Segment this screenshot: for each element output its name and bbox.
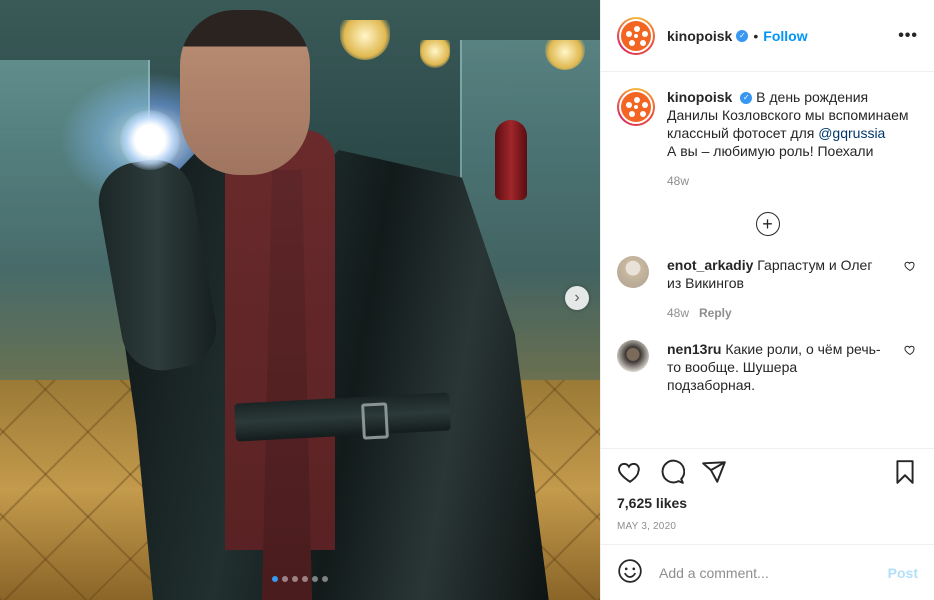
comment-item: nen13ru Какие роли, о чём речь-то вообще… bbox=[617, 340, 918, 394]
share-icon[interactable] bbox=[701, 459, 727, 485]
post-date[interactable]: MAY 3, 2020 bbox=[617, 521, 918, 532]
load-more-icon[interactable]: + bbox=[755, 212, 780, 236]
flashlight-glare bbox=[120, 110, 180, 170]
chandelier bbox=[420, 40, 450, 68]
post-photo[interactable]: › bbox=[0, 0, 600, 600]
comment-body: enot_arkadiy Гарпастум и Олег из Викинго… bbox=[667, 256, 887, 322]
account-username[interactable]: kinopoisk bbox=[667, 28, 732, 44]
follow-button[interactable]: Follow bbox=[763, 28, 807, 44]
verified-icon: ✓ bbox=[740, 92, 753, 105]
comment-meta: 48w Reply bbox=[667, 304, 887, 322]
heart-icon[interactable] bbox=[617, 459, 643, 485]
caption-avatar[interactable] bbox=[617, 88, 655, 126]
likes-count[interactable]: 7,625 likes bbox=[617, 495, 918, 511]
comment-item: enot_arkadiy Гарпастум и Олег из Викинго… bbox=[617, 256, 918, 322]
bookmark-icon[interactable] bbox=[892, 459, 918, 485]
caption-text-line2: А вы – любимую роль! Поехали bbox=[667, 143, 874, 159]
commenter-avatar[interactable] bbox=[617, 256, 649, 288]
reply-button[interactable]: Reply bbox=[699, 306, 732, 320]
carousel-dot[interactable] bbox=[302, 576, 308, 582]
post-sidebar: kinopoisk ✓ • Follow ••• kinopoisk ✓ В д… bbox=[600, 0, 934, 600]
emoji-icon[interactable] bbox=[617, 558, 643, 587]
kinopoisk-logo-icon bbox=[621, 20, 651, 51]
belt-buckle bbox=[361, 402, 389, 440]
carousel-dot[interactable] bbox=[272, 576, 278, 582]
next-arrow-glyph: › bbox=[574, 289, 580, 306]
carousel-dot[interactable] bbox=[282, 576, 288, 582]
post-actions: 7,625 likes MAY 3, 2020 bbox=[601, 448, 934, 544]
red-vase bbox=[495, 120, 527, 200]
caption-body: kinopoisk ✓ В день рождения Данилы Козло… bbox=[667, 88, 918, 190]
carousel-dot[interactable] bbox=[322, 576, 328, 582]
carousel-dot[interactable] bbox=[312, 576, 318, 582]
action-icons bbox=[617, 459, 918, 485]
man-head bbox=[180, 10, 310, 175]
commenter-avatar[interactable] bbox=[617, 340, 649, 372]
instagram-post: › kinopoisk ✓ • Follow ••• kinopoisk ✓ В… bbox=[0, 0, 934, 600]
comment-input[interactable]: Add a comment... bbox=[659, 565, 888, 581]
comment-username[interactable]: nen13ru bbox=[667, 341, 721, 357]
comment-like-heart-icon[interactable] bbox=[904, 260, 916, 275]
comment-time[interactable]: 48w bbox=[667, 306, 689, 320]
comments-section: kinopoisk ✓ В день рождения Данилы Козло… bbox=[601, 72, 934, 448]
add-comment-bar: Add a comment... Post bbox=[601, 544, 934, 600]
next-arrow-icon[interactable]: › bbox=[565, 286, 589, 310]
kinopoisk-logo-icon bbox=[621, 92, 651, 122]
account-avatar[interactable] bbox=[617, 16, 655, 55]
more-options-icon[interactable]: ••• bbox=[898, 27, 918, 45]
comment-body: nen13ru Какие роли, о чём речь-то вообще… bbox=[667, 340, 887, 394]
comment-username[interactable]: enot_arkadiy bbox=[667, 257, 753, 273]
chandelier bbox=[340, 20, 390, 60]
load-more-comments[interactable]: + bbox=[617, 212, 918, 236]
caption-time[interactable]: 48w bbox=[667, 172, 918, 190]
caption-username[interactable]: kinopoisk bbox=[667, 89, 732, 105]
caption-mention-link[interactable]: @gqrussia bbox=[818, 125, 885, 141]
comment-like-heart-icon[interactable] bbox=[904, 344, 916, 359]
verified-icon: ✓ bbox=[736, 29, 749, 42]
post-caption: kinopoisk ✓ В день рождения Данилы Козло… bbox=[617, 88, 918, 190]
comment-icon[interactable] bbox=[659, 459, 685, 485]
carousel-dots bbox=[272, 576, 328, 582]
post-comment-button[interactable]: Post bbox=[888, 565, 918, 581]
post-header: kinopoisk ✓ • Follow ••• bbox=[601, 0, 934, 72]
header-separator: • bbox=[753, 27, 759, 44]
carousel-dot[interactable] bbox=[292, 576, 298, 582]
